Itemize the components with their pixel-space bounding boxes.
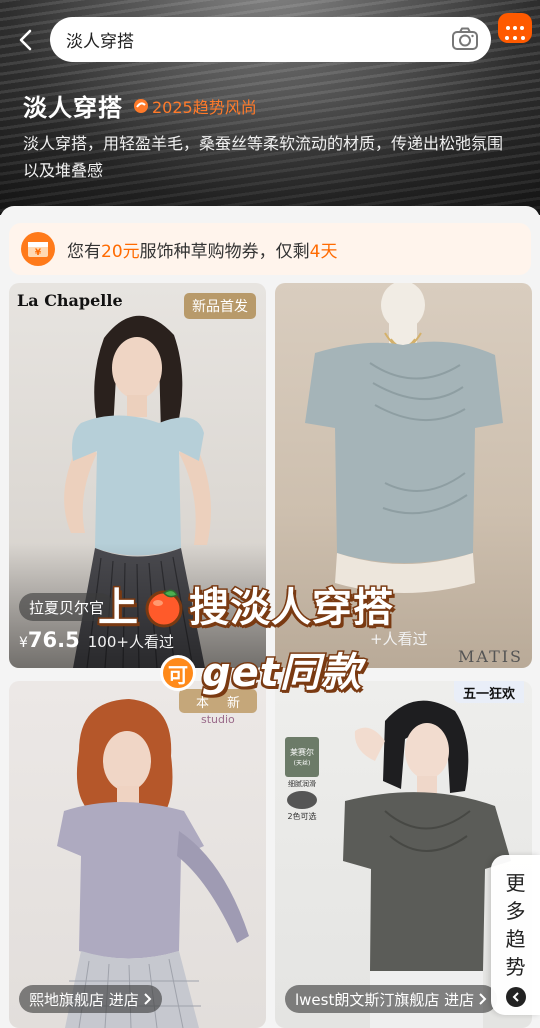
chevron-right-icon [479, 993, 487, 1005]
studio-label: studio [201, 713, 235, 726]
camera-icon[interactable] [451, 26, 479, 52]
product-photo [9, 681, 266, 1028]
hero-description: 淡人穿搭，用轻盈羊毛，桑蚕丝等柔软流动的材质，传递出松弛氛围以及堆叠感 [23, 134, 504, 180]
sale-badge: 五一狂欢 [454, 681, 524, 703]
promo-text: 上 [97, 585, 140, 631]
search-input[interactable]: 淡人穿搭 [50, 17, 491, 62]
trend-tag: 2025趋势风尚 [133, 94, 257, 118]
new-arrival-badge: 新品首发 [184, 293, 256, 319]
promo-text: 搜淡人穿搭 [188, 585, 395, 631]
coupon-icon: ¥ [21, 232, 55, 266]
trend-logo-icon [134, 98, 148, 113]
dot-icon [506, 26, 510, 30]
chevron-left-icon [505, 987, 526, 1007]
promo-overlay-line2: 可 get同款 [160, 648, 362, 698]
dot-icon [520, 26, 524, 30]
chevron-right-icon [144, 993, 152, 1005]
chevron-left-icon [19, 29, 32, 51]
promo-badge: 可 [160, 655, 196, 691]
shop-entry-link[interactable]: 熙地旗舰店 进店 [19, 985, 162, 1013]
trend-tag-label: 2025趋势风尚 [152, 97, 257, 117]
brand-watermark: MATIS [458, 647, 524, 666]
coupon-banner[interactable]: ¥ 您有20元服饰种草购物券，仅剩4天 [9, 223, 531, 275]
promo-text: get同款 [201, 650, 363, 696]
price: ¥76.5 [19, 628, 80, 652]
product-card[interactable]: 本新 studio 熙地旗舰店 进店 [9, 681, 266, 1028]
more-trends-tab[interactable]: 更 多 趋 势 [491, 855, 540, 1015]
page-title: 淡人穿搭 [23, 94, 123, 122]
svg-text:¥: ¥ [35, 248, 42, 258]
dot-icon [513, 26, 517, 30]
search-value: 淡人穿搭 [66, 32, 134, 52]
promo-overlay-line1: 上 搜淡人穿搭 [97, 583, 395, 633]
model-figure [57, 699, 249, 1028]
page-title-row: 淡人穿搭 2025趋势风尚 [23, 88, 257, 123]
back-button[interactable] [10, 24, 40, 56]
brand-logo: La Chapelle [17, 291, 123, 310]
shop-entry-link[interactable]: lwest朗文斯汀旗舰店 进店 [285, 985, 498, 1013]
fabric-tag: 莱赛尔 (天丝) 细腻润滑 2色可选 [285, 737, 319, 822]
menu-dots-icon [500, 36, 530, 44]
peach-icon [145, 589, 183, 628]
coupon-text: 您有20元服饰种草购物券，仅剩4天 [67, 241, 338, 262]
